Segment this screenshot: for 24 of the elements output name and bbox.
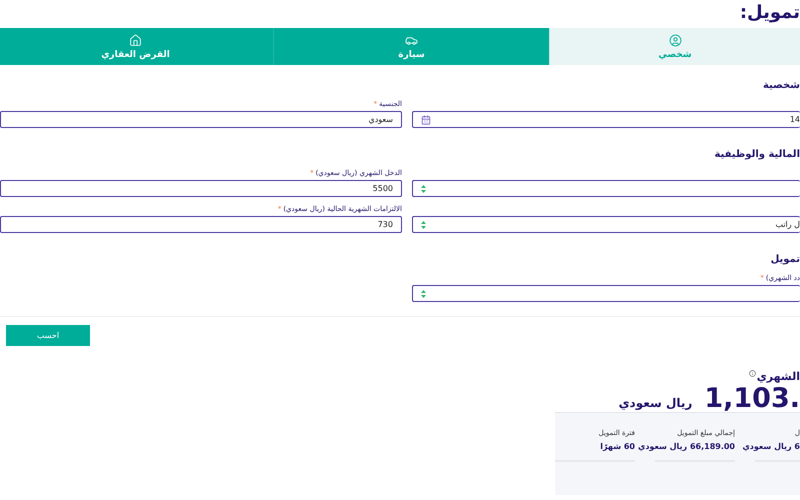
input-field[interactable]: سعودي xyxy=(0,111,402,128)
section-title: المالية والوظيفية xyxy=(714,148,800,162)
currency-label: ريال سعودي xyxy=(618,396,692,410)
section-title: تمويل xyxy=(770,253,800,267)
stat-value: 60 شهرًا xyxy=(600,442,635,451)
stat-value: 66,189.00 ريال سعودي xyxy=(638,442,735,451)
sort-arrows-icon xyxy=(421,184,426,192)
stat-value: 6 ريال سعودي xyxy=(742,442,800,451)
info-icon[interactable] xyxy=(748,370,756,377)
select-field[interactable] xyxy=(412,285,800,302)
page-heading: تمويل: xyxy=(740,1,800,25)
house-icon xyxy=(129,34,142,46)
calendar-icon xyxy=(421,114,431,124)
input-field[interactable]: 730 xyxy=(0,216,402,233)
monthly-amount: 1,103. xyxy=(704,386,800,412)
sort-arrows-icon xyxy=(421,220,426,228)
date-field[interactable]: 14 xyxy=(412,111,800,128)
result-label: الشهري xyxy=(756,370,800,384)
section-title: شخصية xyxy=(762,79,800,93)
select-field[interactable] xyxy=(412,180,800,197)
sort-arrows-icon xyxy=(421,290,426,298)
select-field[interactable]: ل راتب xyxy=(412,216,800,233)
user-icon xyxy=(668,34,682,46)
input-field[interactable]: 5500 xyxy=(0,180,402,197)
